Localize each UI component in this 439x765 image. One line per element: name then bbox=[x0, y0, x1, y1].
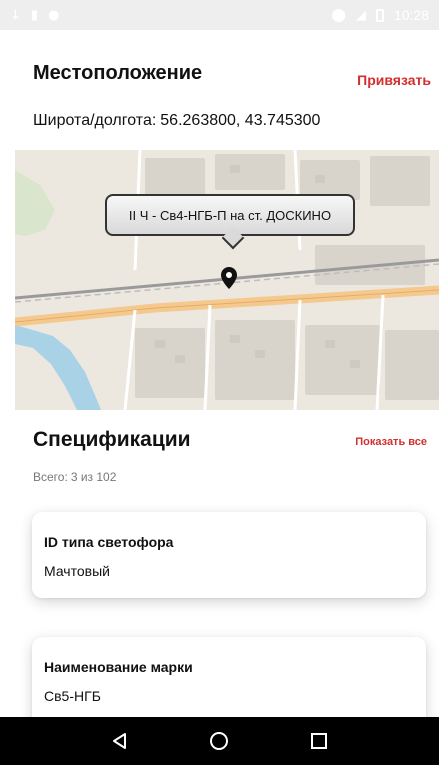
spec-card-label: ID типа светофора bbox=[44, 534, 174, 550]
specifications-header: Спецификации Показать все bbox=[33, 428, 439, 462]
status-left: ↓ ▮ ● bbox=[10, 8, 59, 23]
status-right: ⬤ ◢ 10:28 bbox=[331, 7, 429, 23]
back-icon bbox=[112, 733, 126, 749]
home-button[interactable] bbox=[199, 721, 239, 761]
coordinates-value: 56.263800, 43.745300 bbox=[160, 112, 321, 129]
status-bar: ↓ ▮ ● ⬤ ◢ 10:28 bbox=[0, 0, 439, 30]
spec-card-label: Наименование марки bbox=[44, 659, 193, 675]
spec-card-value: Св5-НГБ bbox=[44, 688, 101, 704]
download-icon: ↓ bbox=[10, 7, 21, 23]
battery-icon bbox=[375, 8, 384, 22]
location-header: Местоположение Привязать bbox=[33, 62, 439, 92]
coordinates-line: Широта/долгота: 56.263800, 43.745300 bbox=[33, 112, 320, 130]
sim-card-icon: ▮ bbox=[30, 7, 39, 23]
total-label: Всего: bbox=[33, 470, 68, 484]
signal-icon: ◢ bbox=[355, 7, 366, 23]
spec-card[interactable]: ID типа светофора Мачтовый bbox=[32, 512, 426, 598]
map-marker-callout[interactable]: II Ч - Св4-НГБ-П на ст. ДОСКИНО bbox=[105, 194, 355, 236]
specifications-title: Спецификации bbox=[33, 428, 191, 451]
location-icon: ⬤ bbox=[331, 7, 346, 23]
recents-icon bbox=[311, 733, 328, 749]
bind-button[interactable]: Привязать bbox=[357, 72, 431, 88]
recents-button[interactable] bbox=[299, 721, 339, 761]
location-title: Местоположение bbox=[33, 62, 203, 84]
specifications-total: Всего: 3 из 102 bbox=[33, 470, 116, 484]
coordinates-label: Широта/долгота: bbox=[33, 112, 157, 129]
navigation-bar bbox=[0, 717, 439, 765]
home-icon bbox=[210, 732, 229, 750]
notification-icon: ● bbox=[48, 7, 60, 23]
spec-card-value: Мачтовый bbox=[44, 563, 110, 579]
status-time: 10:28 bbox=[393, 7, 429, 23]
show-all-button[interactable]: Показать все bbox=[355, 436, 427, 448]
total-value: 3 из 102 bbox=[70, 470, 117, 484]
back-button[interactable] bbox=[100, 721, 140, 761]
map-pin-icon[interactable] bbox=[221, 267, 237, 289]
map-view[interactable]: II Ч - Св4-НГБ-П на ст. ДОСКИНО bbox=[15, 150, 439, 410]
